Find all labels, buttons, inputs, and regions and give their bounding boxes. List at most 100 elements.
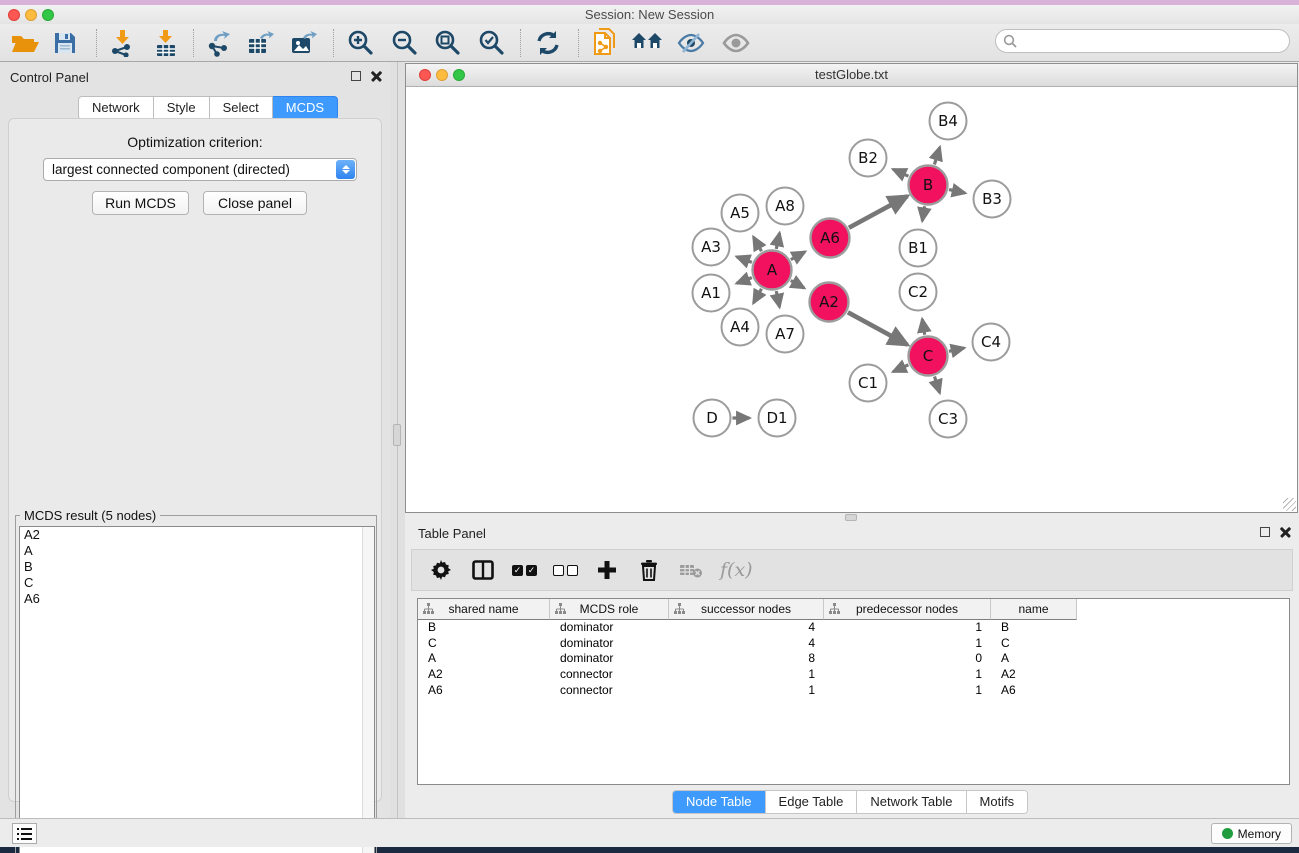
- export-network-icon[interactable]: [201, 27, 235, 59]
- splitter-grip[interactable]: [393, 424, 401, 446]
- close-table-panel-icon[interactable]: [1280, 526, 1291, 537]
- table-cell[interactable]: 1: [669, 667, 824, 683]
- new-network-from-selection-icon[interactable]: [588, 27, 622, 59]
- table-cell[interactable]: 4: [669, 636, 824, 652]
- table-row[interactable]: A2connector11A2: [418, 667, 1289, 683]
- hide-selected-eye-icon[interactable]: [674, 27, 708, 59]
- import-network-icon[interactable]: [105, 27, 139, 59]
- graph-edge-C-C2[interactable]: [922, 319, 924, 335]
- column-header-name[interactable]: name: [991, 599, 1077, 620]
- graph-node-A4[interactable]: A4: [722, 309, 759, 346]
- table-cell[interactable]: A6: [991, 683, 1077, 699]
- graph-edge-A-A1[interactable]: [737, 278, 752, 284]
- table-cell[interactable]: dominator: [550, 620, 669, 636]
- horizontal-splitter-grip[interactable]: [845, 514, 857, 521]
- graph-node-A8[interactable]: A8: [767, 188, 804, 225]
- memory-button[interactable]: Memory: [1211, 823, 1292, 844]
- float-panel-icon[interactable]: [351, 71, 361, 81]
- graph-edge-A-A3[interactable]: [737, 257, 752, 263]
- graph-edge-A-A8[interactable]: [776, 233, 779, 249]
- graph-node-B[interactable]: B: [909, 166, 948, 205]
- graph-edge-C-C1[interactable]: [893, 365, 908, 372]
- graph-edge-A6-B[interactable]: [849, 196, 907, 228]
- table-cell[interactable]: A6: [418, 683, 550, 699]
- mcds-result-item[interactable]: C: [20, 575, 374, 591]
- zoom-out-icon[interactable]: [388, 27, 422, 59]
- table-row[interactable]: A6connector11A6: [418, 683, 1289, 699]
- graph-node-A5[interactable]: A5: [722, 195, 759, 232]
- graph-node-B2[interactable]: B2: [850, 140, 887, 177]
- tab-mcds[interactable]: MCDS: [273, 96, 338, 120]
- mcds-result-item[interactable]: A: [20, 543, 374, 559]
- column-header-predecessor-nodes[interactable]: predecessor nodes: [824, 599, 991, 620]
- export-table-icon[interactable]: [244, 27, 278, 59]
- graph-edge-A-A5[interactable]: [753, 237, 761, 251]
- criterion-dropdown[interactable]: largest connected component (directed): [43, 158, 357, 181]
- zoom-fit-icon[interactable]: [431, 27, 465, 59]
- maximize-window-button[interactable]: [42, 9, 54, 21]
- zoom-selected-icon[interactable]: [475, 27, 509, 59]
- tab-style[interactable]: Style: [154, 96, 210, 120]
- node-table[interactable]: shared nameMCDS rolesuccessor nodesprede…: [417, 598, 1290, 785]
- search-field[interactable]: [995, 29, 1290, 53]
- table-cell[interactable]: 1: [824, 620, 991, 636]
- float-table-panel-icon[interactable]: [1260, 527, 1270, 537]
- table-cell[interactable]: 0: [824, 651, 991, 667]
- graph-node-C[interactable]: C: [909, 337, 948, 376]
- table-cell[interactable]: B: [418, 620, 550, 636]
- graph-node-D[interactable]: D: [694, 400, 731, 437]
- tab-node-table[interactable]: Node Table: [673, 791, 765, 813]
- graph-edge-A-A6[interactable]: [791, 252, 805, 260]
- graph-edge-A-A4[interactable]: [753, 289, 761, 303]
- add-column-icon[interactable]: [594, 557, 620, 583]
- tab-motifs[interactable]: Motifs: [966, 791, 1028, 813]
- table-cell[interactable]: C: [418, 636, 550, 652]
- graph-node-D1[interactable]: D1: [759, 400, 796, 437]
- table-cell[interactable]: 1: [669, 683, 824, 699]
- export-image-icon[interactable]: [287, 27, 321, 59]
- graph-node-A3[interactable]: A3: [693, 229, 730, 266]
- mcds-result-list[interactable]: A2ABCA6: [19, 526, 375, 853]
- table-row[interactable]: Bdominator41B: [418, 620, 1289, 636]
- graph-edge-B-B3[interactable]: [949, 190, 965, 194]
- table-cell[interactable]: B: [991, 620, 1077, 636]
- import-table-icon[interactable]: [149, 27, 183, 59]
- graph-edge-B-B1[interactable]: [922, 206, 924, 221]
- graph-edge-C-C4[interactable]: [949, 348, 964, 351]
- table-cell[interactable]: 1: [824, 683, 991, 699]
- graph-node-C3[interactable]: C3: [930, 401, 967, 438]
- table-cell[interactable]: A: [418, 651, 550, 667]
- column-header-MCDS-role[interactable]: MCDS role: [550, 599, 669, 620]
- graph-edge-B-B4[interactable]: [934, 147, 939, 164]
- network-canvas[interactable]: AA1A2A3A4A5A6A7A8BB1B2B3B4CC1C2C3C4DD1: [406, 88, 1297, 512]
- table-cell[interactable]: A: [991, 651, 1077, 667]
- table-cell[interactable]: dominator: [550, 636, 669, 652]
- table-cell[interactable]: 8: [669, 651, 824, 667]
- vertical-splitter[interactable]: [390, 62, 405, 818]
- table-cell[interactable]: connector: [550, 683, 669, 699]
- table-cell[interactable]: dominator: [550, 651, 669, 667]
- graph-node-A1[interactable]: A1: [693, 275, 730, 312]
- refresh-icon[interactable]: [531, 27, 565, 59]
- table-cell[interactable]: 4: [669, 620, 824, 636]
- show-all-eye-icon[interactable]: [719, 27, 753, 59]
- close-view-button[interactable]: [419, 69, 431, 81]
- maximize-view-button[interactable]: [453, 69, 465, 81]
- graph-node-B4[interactable]: B4: [930, 103, 967, 140]
- home-first-neighbors-icon[interactable]: [630, 27, 664, 59]
- list-scrollbar[interactable]: [362, 527, 374, 853]
- graph-node-A[interactable]: A: [753, 251, 792, 290]
- table-cell[interactable]: 1: [824, 667, 991, 683]
- graph-node-B1[interactable]: B1: [900, 230, 937, 267]
- table-settings-gear-icon[interactable]: [428, 557, 454, 583]
- graph-edge-A2-C[interactable]: [848, 312, 907, 344]
- tab-select[interactable]: Select: [210, 96, 273, 120]
- graph-node-A6[interactable]: A6: [811, 219, 850, 258]
- graph-edge-B-B2[interactable]: [893, 169, 908, 176]
- tab-network[interactable]: Network: [78, 96, 154, 120]
- tab-network-table[interactable]: Network Table: [856, 791, 965, 813]
- minimize-view-button[interactable]: [436, 69, 448, 81]
- column-header-successor-nodes[interactable]: successor nodes: [669, 599, 824, 620]
- run-mcds-button[interactable]: Run MCDS: [92, 191, 189, 215]
- table-cell[interactable]: connector: [550, 667, 669, 683]
